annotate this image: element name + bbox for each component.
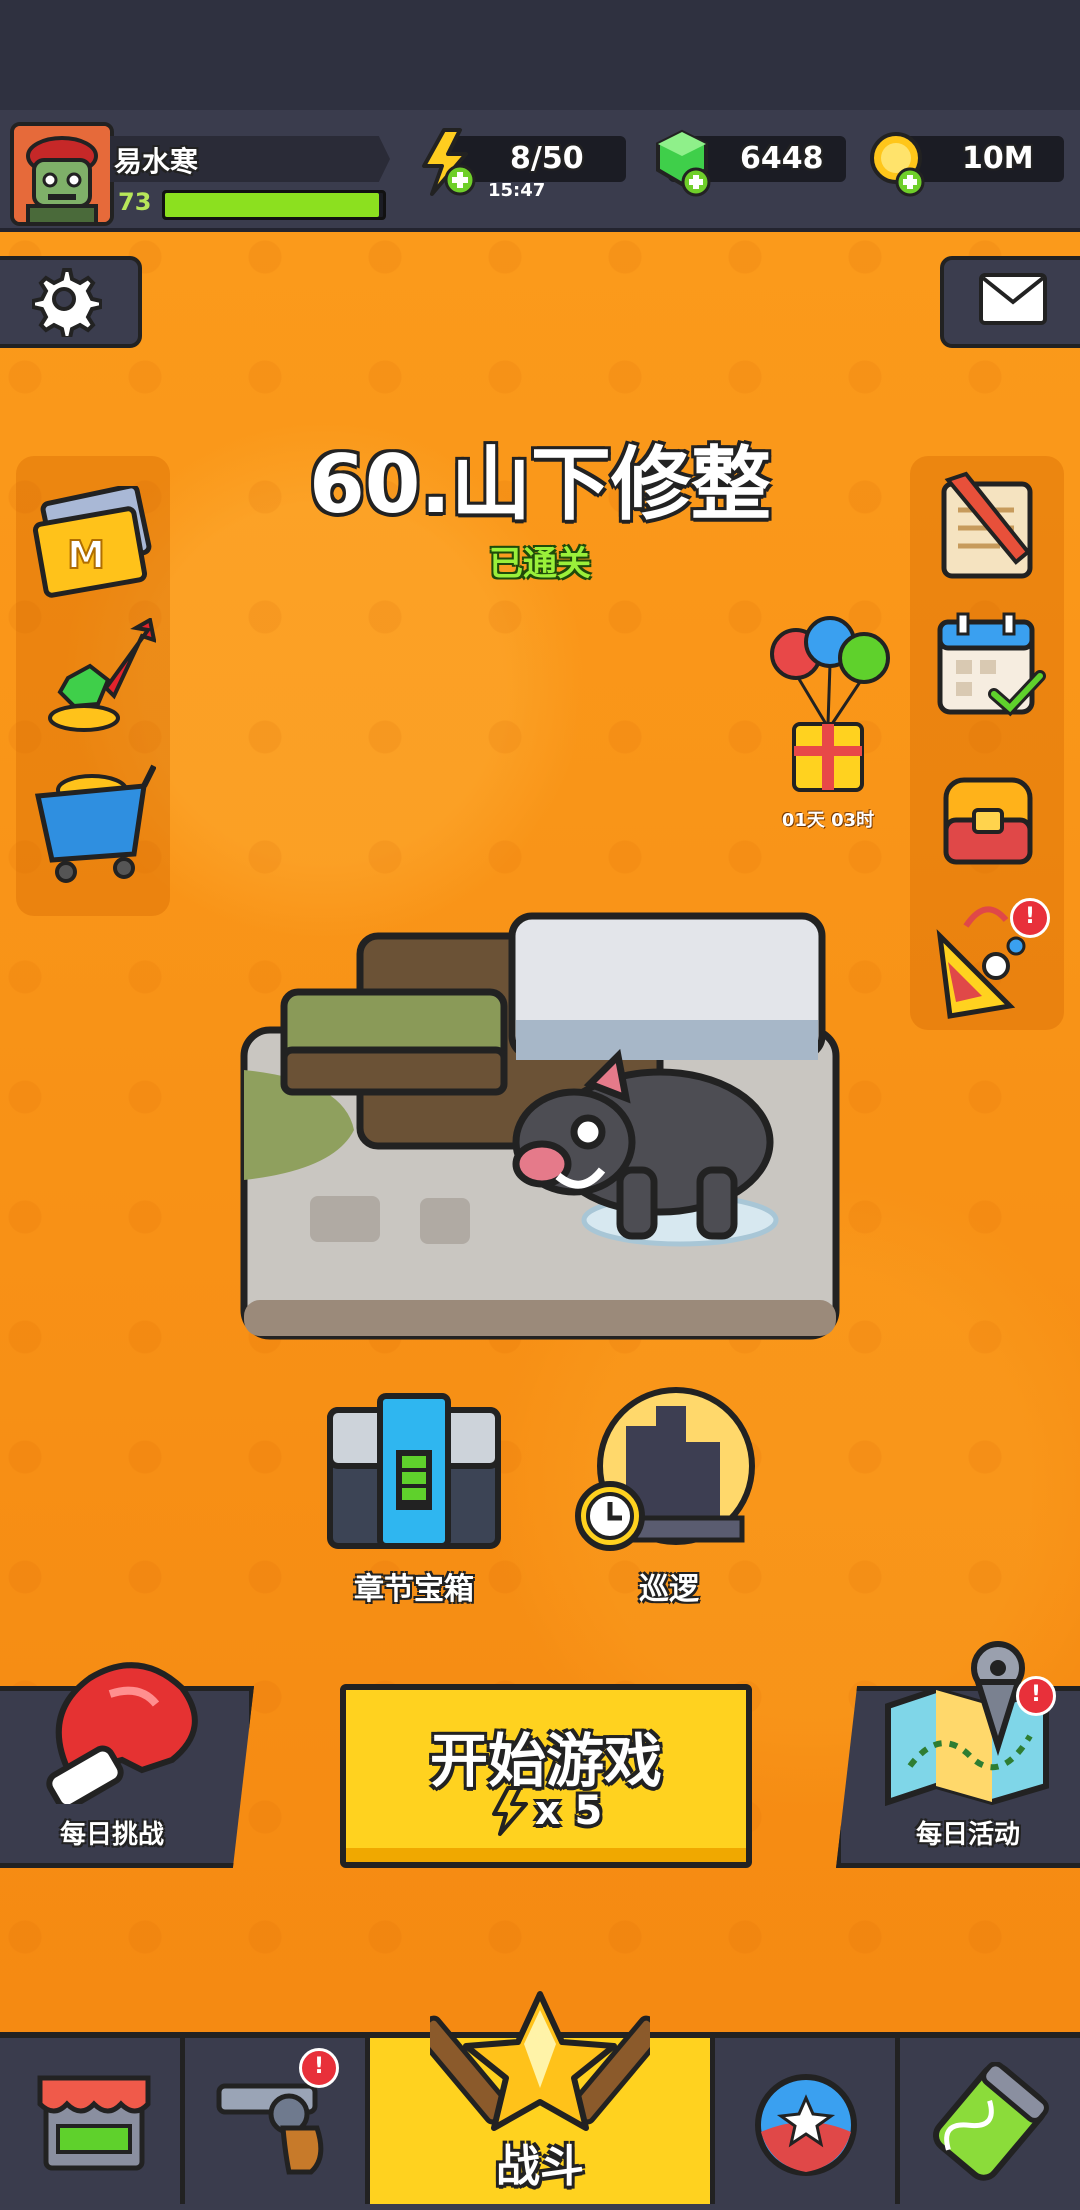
start-game-button[interactable]: 开始游戏 x 5 bbox=[340, 1684, 752, 1868]
calendar-check-icon[interactable] bbox=[932, 608, 1048, 724]
boar-map-illustration bbox=[240, 912, 840, 1340]
chapter-chest-button[interactable]: 章节宝箱 bbox=[324, 1390, 504, 1607]
boxing-glove-icon bbox=[40, 1654, 210, 1811]
patrol-label: 巡逻 bbox=[639, 1572, 699, 1607]
energy-timer: 15:47 bbox=[488, 180, 546, 201]
avatar[interactable] bbox=[10, 122, 114, 226]
nav-talent-tab[interactable] bbox=[715, 2038, 900, 2204]
patrol-city-icon bbox=[575, 1387, 755, 1551]
settings-button[interactable] bbox=[0, 256, 142, 348]
gem-plus-icon[interactable] bbox=[652, 128, 716, 198]
notification-badge: ! bbox=[299, 2048, 339, 2088]
player-level: 73 bbox=[118, 188, 152, 216]
dna-capsule-icon bbox=[933, 2062, 1049, 2181]
lightning-icon bbox=[491, 1786, 528, 1836]
balloon-gift-icon[interactable] bbox=[766, 614, 890, 804]
quest-scroll-icon[interactable] bbox=[928, 470, 1050, 588]
gear-icon bbox=[32, 268, 102, 337]
svg-text:M: M bbox=[67, 533, 105, 577]
nav-weapons-tab[interactable]: ! bbox=[185, 2038, 370, 2204]
treasure-map-icon: ! bbox=[880, 1636, 1056, 1807]
mail-button[interactable] bbox=[940, 256, 1080, 348]
start-cost: x 5 bbox=[346, 1786, 746, 1836]
notification-badge: ! bbox=[1010, 898, 1050, 938]
status-bar bbox=[0, 0, 1080, 110]
coin-plus-icon[interactable] bbox=[866, 128, 930, 198]
battle-star-icon bbox=[414, 1980, 666, 2150]
mail-icon bbox=[979, 273, 1047, 325]
start-cost-value: x 5 bbox=[534, 1788, 603, 1834]
gem-upgrade-icon[interactable] bbox=[38, 616, 157, 736]
lightning-plus-icon[interactable] bbox=[418, 128, 478, 198]
star-orb-icon bbox=[755, 2074, 857, 2176]
party-popper-icon[interactable]: ! bbox=[926, 896, 1050, 1020]
player-name: 易水寒 bbox=[114, 145, 199, 178]
daily-challenge-label: 每日挑战 bbox=[59, 1820, 164, 1850]
backpack-icon[interactable] bbox=[934, 766, 1042, 874]
energy-value: 8/50 bbox=[510, 141, 584, 176]
coins-value: 10M bbox=[962, 141, 1034, 176]
gems-value: 6448 bbox=[740, 141, 824, 176]
nav-gene-tab[interactable] bbox=[900, 2038, 1080, 2204]
xp-bar-fill bbox=[165, 193, 379, 217]
shop-cart-icon[interactable] bbox=[32, 756, 157, 886]
nav-shop-tab[interactable] bbox=[0, 2038, 185, 2204]
notification-badge: ! bbox=[1016, 1676, 1056, 1716]
stage-scene[interactable] bbox=[240, 880, 840, 1340]
zombie-avatar-icon bbox=[14, 126, 110, 222]
patrol-button[interactable]: 巡逻 bbox=[574, 1386, 764, 1607]
shop-stall-icon bbox=[37, 2075, 151, 2171]
monthly-card-icon[interactable]: M bbox=[30, 483, 158, 602]
chapter-chest-label: 章节宝箱 bbox=[354, 1572, 474, 1607]
daily-event-label: 每日活动 bbox=[915, 1820, 1020, 1850]
event-timer: 01天 03时 bbox=[781, 810, 875, 831]
chapter-chest-icon bbox=[327, 1393, 501, 1549]
xp-bar bbox=[162, 190, 386, 220]
nav-battle-label: 战斗 bbox=[496, 2141, 584, 2192]
